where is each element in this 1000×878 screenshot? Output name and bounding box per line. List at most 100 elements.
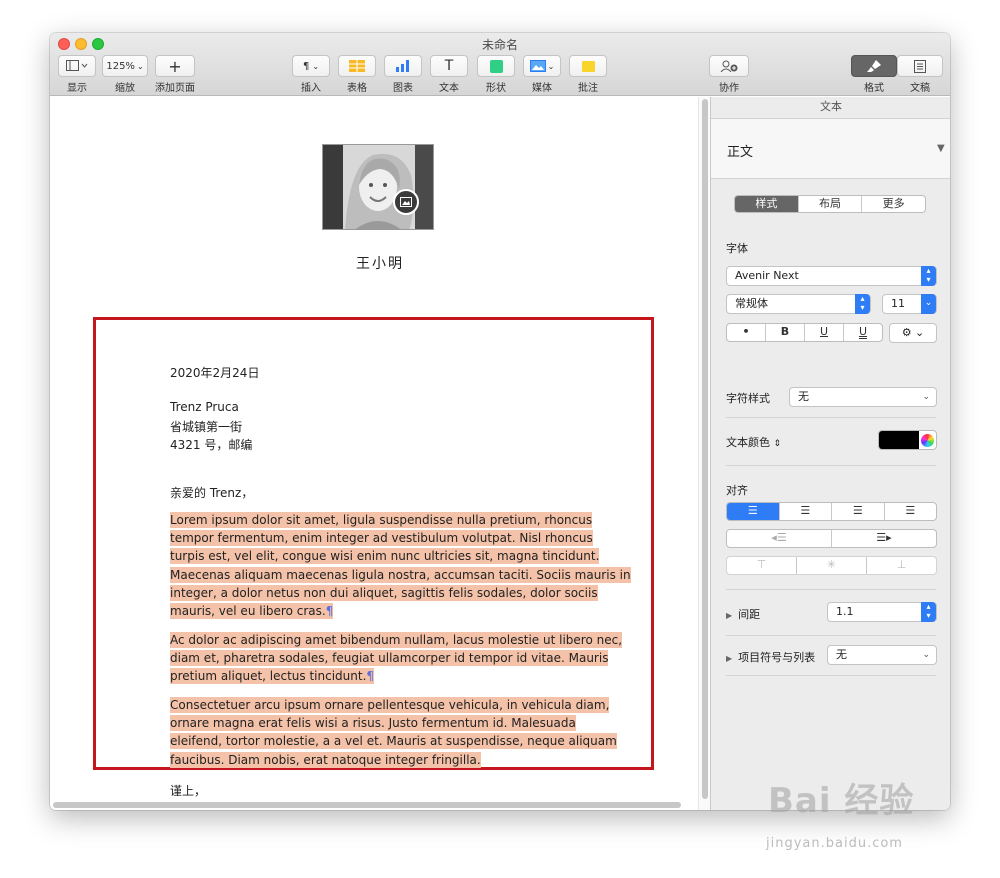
tab-layout[interactable]: 布局 [799, 196, 863, 212]
underline-button[interactable]: U [805, 324, 844, 341]
body-paragraph[interactable]: Lorem ipsum dolor sit amet, ligula suspe… [170, 511, 631, 620]
letter-closing: 谨上， [170, 784, 207, 798]
format-sidebar: 文本 正文 ▼ 样式 布局 更多 字体 Avenir Next ▴ ▾ 常规体 ▴… [710, 97, 950, 810]
paragraph-line: Consectetuer arcu ipsum ornare pellentes… [170, 697, 610, 713]
document-tab-button[interactable]: 文稿 [897, 55, 943, 94]
address-line: 省城镇第一街 [170, 420, 243, 434]
section-divider [726, 675, 936, 676]
char-style-label: 字符样式 [726, 392, 770, 405]
align-top-icon[interactable]: ⊤ [727, 557, 797, 574]
vertical-align-buttons: ⊤ ✳ ⊥ [726, 556, 937, 575]
plus-icon: + [155, 55, 195, 77]
chevron-down-icon: ⌄ [921, 294, 936, 314]
chevron-down-icon: ⌄ [922, 650, 930, 660]
align-justify-icon[interactable]: ☰ [885, 503, 937, 520]
media-button[interactable]: ⌄ 媒体 [523, 55, 561, 94]
bar-chart-icon [384, 55, 422, 77]
section-divider [726, 465, 936, 466]
text-color-well[interactable] [878, 430, 937, 450]
shape-label: 形状 [486, 83, 506, 94]
align-bottom-icon[interactable]: ⊥ [867, 557, 936, 574]
align-left-icon[interactable]: ☰ [727, 503, 780, 520]
paragraph-line: Ac dolor ac adipiscing amet bibendum nul… [170, 632, 623, 648]
document-page-icon [897, 55, 943, 77]
sidebar-view-icon [58, 55, 96, 77]
bold-button[interactable]: B [766, 324, 805, 341]
comment-button[interactable]: 批注 [569, 55, 607, 94]
sidebar-tabs: 样式 布局 更多 [734, 195, 926, 213]
font-weight-select[interactable]: 常规体 ▴ ▾ [726, 294, 871, 314]
text-options-button[interactable]: ⚙ ⌄ [889, 323, 937, 343]
chart-label: 图表 [393, 83, 413, 94]
body-paragraph[interactable]: Ac dolor ac adipiscing amet bibendum nul… [170, 631, 623, 686]
paragraph-line: integer, a dolor netus non dui aliquet, … [170, 584, 598, 601]
indent-buttons: ◂☰ ☰▸ [726, 529, 937, 548]
body-paragraph[interactable]: Consectetuer arcu ipsum ornare pellentes… [170, 696, 617, 769]
align-right-icon[interactable]: ☰ [832, 503, 885, 520]
collaborate-person-icon [709, 55, 749, 77]
collaborate-button[interactable]: 协作 [709, 55, 749, 94]
decrease-indent-icon[interactable]: ◂☰ [727, 530, 832, 547]
increase-indent-icon[interactable]: ☰▸ [832, 530, 936, 547]
baidu-watermark-logo: Bai 经验 [768, 781, 915, 821]
paragraph-line: turpis est, vel elit, congue wisi enim n… [170, 548, 600, 565]
tab-style[interactable]: 样式 [735, 196, 799, 212]
paragraph-line: Lorem ipsum dolor sit amet, ligula suspe… [170, 512, 593, 528]
spacing-disclosure[interactable]: ▶ 间距 [726, 606, 760, 622]
window-title: 未命名 [481, 38, 518, 52]
document-canvas[interactable]: 王小明 2020年2月24日 Trenz Pruca 省城镇第一街 4321 号… [50, 97, 710, 810]
align-center-icon[interactable]: ☰ [780, 503, 832, 520]
zoom-value: 125% ⌄ [102, 55, 148, 77]
section-divider [726, 417, 936, 418]
table-button[interactable]: 表格 [338, 55, 376, 94]
updown-chevron-icon: ▴ ▾ [921, 266, 936, 286]
vertical-scroll-thumb[interactable] [702, 99, 708, 799]
paragraph-line: pretium aliquet, lectus tincidunt. [170, 668, 367, 685]
table-icon [338, 55, 376, 77]
spacing-select[interactable]: 1.1 ▴ ▾ [827, 602, 937, 622]
text-style-buttons: • B U U [726, 323, 883, 342]
font-weight-value: 常规体 [735, 297, 768, 310]
double-underline-button[interactable]: U [844, 324, 882, 341]
text-color-label[interactable]: 文本颜色 ⇕ [726, 434, 781, 450]
bullets-value: 无 [836, 648, 847, 661]
bullets-select[interactable]: 无 ⌄ [827, 645, 937, 665]
align-middle-icon[interactable]: ✳ [797, 557, 867, 574]
chart-button[interactable]: 图表 [384, 55, 422, 94]
gear-icon: ⚙ ⌄ [901, 326, 925, 339]
font-family-select[interactable]: Avenir Next ▴ ▾ [726, 266, 937, 286]
document-label: 文稿 [910, 83, 930, 94]
char-style-select[interactable]: 无 ⌄ [789, 387, 937, 407]
portrait-photo[interactable] [322, 144, 434, 230]
vertical-scrollbar[interactable] [698, 97, 710, 810]
zoom-label: 缩放 [115, 83, 135, 94]
add-page-button[interactable]: + 添加页面 [155, 55, 195, 94]
media-label: 媒体 [532, 83, 552, 94]
zoom-menu-button[interactable]: 125% ⌄ 缩放 [102, 55, 148, 94]
font-size-field[interactable]: 11 ⌄ [882, 294, 937, 314]
shape-button[interactable]: 形状 [477, 55, 515, 94]
address-line: Trenz Pruca [170, 400, 239, 414]
insert-button[interactable]: ¶ ⌄ 插入 [292, 55, 330, 94]
disclosure-triangle-icon: ▶ [726, 654, 733, 663]
text-box-button[interactable]: T 文本 [430, 55, 468, 94]
updown-chevron-icon: ⇕ [773, 439, 782, 449]
updown-chevron-icon: ▴ ▾ [855, 294, 870, 314]
font-family-value: Avenir Next [735, 269, 799, 282]
bullets-disclosure[interactable]: ▶ 项目符号与列表 [726, 649, 815, 665]
replace-image-icon[interactable] [393, 189, 419, 215]
format-tab-button[interactable]: 格式 [851, 55, 897, 94]
address-line: 4321 号，邮编 [170, 438, 253, 452]
tab-more[interactable]: 更多 [862, 196, 925, 212]
bullet-button[interactable]: • [727, 324, 766, 341]
baidu-watermark-url: jingyan.baidu.com [766, 836, 903, 851]
collaborate-label: 协作 [719, 83, 739, 94]
paragraph-style-selector[interactable]: 正文 ▼ [711, 119, 950, 179]
text-t-icon: T [430, 55, 468, 77]
comment-label: 批注 [578, 83, 598, 94]
disclosure-triangle-icon: ▼ [937, 143, 945, 154]
horizontal-scroll-thumb[interactable] [53, 802, 681, 808]
view-menu-button[interactable]: 显示 [58, 55, 96, 94]
color-wheel-icon[interactable] [919, 431, 936, 449]
paragraph-style-name: 正文 [727, 145, 754, 160]
